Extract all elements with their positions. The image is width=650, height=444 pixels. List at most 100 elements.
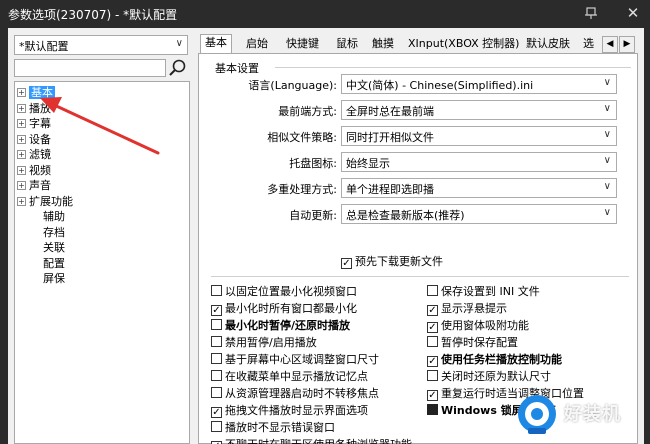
pin-icon[interactable] xyxy=(584,6,598,20)
setting-dropdown-value: 始终显示 xyxy=(346,157,390,170)
tab-1[interactable]: 启始 xyxy=(242,36,272,54)
expand-plus-icon[interactable]: + xyxy=(17,134,26,144)
close-icon: ✕ xyxy=(626,4,640,22)
option-label: 最小化时所有窗口都最小化 xyxy=(225,302,357,315)
expand-plus-icon[interactable]: + xyxy=(17,150,26,159)
tree-item-label: 字幕 xyxy=(29,117,51,130)
tree-item-11[interactable]: 配置 xyxy=(30,256,65,271)
tree-item-label: 屏保 xyxy=(43,272,65,285)
option-checkbox[interactable]: 在收藏菜单中显示播放记忆点 xyxy=(211,369,368,384)
expand-plus-icon[interactable]: + xyxy=(17,196,26,206)
tree-item-2[interactable]: + 字幕 xyxy=(17,116,51,131)
option-label: 最小化时暂停/还原时播放 xyxy=(225,319,351,332)
option-checkbox[interactable]: 暂停时保存配置 xyxy=(427,335,518,350)
option-label: 暂停时保存配置 xyxy=(441,336,518,349)
tab-7[interactable]: 选 xyxy=(579,36,598,54)
option-checkbox[interactable]: ✓不聊天时在聊天区使用各种浏览器功能 xyxy=(211,437,412,444)
setting-dropdown-value: 总是检查最新版本(推荐) xyxy=(346,209,465,222)
expand-plus-icon[interactable]: + xyxy=(17,119,26,128)
tree-item-6[interactable]: + 声音 xyxy=(17,178,51,193)
setting-dropdown-value: 单个进程即选即播 xyxy=(346,183,434,196)
category-tree[interactable]: + 基本 + 播放 + 字幕 + 设备 + 滤镜 + 视频 + 声音 + 扩展功能 辅助 存档 关联 配置 屏保 xyxy=(14,81,190,444)
option-checkbox[interactable]: 禁用暂停/启用播放 xyxy=(211,335,317,350)
check-icon xyxy=(211,285,222,296)
group-divider xyxy=(275,67,631,68)
tree-item-8[interactable]: 辅助 xyxy=(30,209,65,224)
tab-strip: 基本 启始 快捷键 鼠标 触摸 XInput(XBOX 控制器) 默认皮肤选 ◀ ▶ xyxy=(198,34,638,56)
search-icon[interactable] xyxy=(167,57,189,79)
check-icon: ✓ xyxy=(211,407,222,418)
tree-item-7[interactable]: + 扩展功能 xyxy=(17,194,73,209)
check-icon xyxy=(427,370,438,381)
option-label: 显示浮悬提示 xyxy=(441,302,507,315)
setting-dropdown[interactable]: 总是检查最新版本(推荐) ∨ xyxy=(341,204,617,224)
setting-dropdown-value: 同时打开相似文件 xyxy=(346,131,434,144)
tab-4[interactable]: 触摸 xyxy=(368,36,398,54)
option-checkbox[interactable]: ✓ 最小化时所有窗口都最小化 xyxy=(211,301,357,316)
option-label: 禁用暂停/启用播放 xyxy=(225,336,317,349)
predownload-checkbox[interactable]: ✓ 预先下载更新文件 xyxy=(341,254,443,269)
tab-scroll-left-button[interactable]: ◀ xyxy=(602,36,618,53)
close-button[interactable]: ✕ xyxy=(622,3,644,23)
chevron-down-icon: ∨ xyxy=(603,103,611,114)
tree-item-0[interactable]: + 基本 xyxy=(17,85,55,100)
tree-item-4[interactable]: + 滤镜 xyxy=(17,147,51,162)
tab-5[interactable]: XInput(XBOX 控制器) xyxy=(404,36,523,54)
tab-scroll-right-button[interactable]: ▶ xyxy=(619,36,635,53)
section-divider xyxy=(211,276,629,277)
setting-dropdown[interactable]: 同时打开相似文件 ∨ xyxy=(341,126,617,146)
setting-dropdown[interactable]: 中文(简体) - Chinese(Simplified).ini ∨ xyxy=(341,74,617,94)
tree-item-10[interactable]: 关联 xyxy=(30,240,65,255)
expand-plus-icon[interactable]: + xyxy=(17,103,26,113)
tree-item-label: 基本 xyxy=(29,86,55,99)
option-checkbox[interactable]: ✓ 使用窗体吸附功能 xyxy=(427,318,529,333)
option-checkbox[interactable]: 以固定位置最小化视频窗口 xyxy=(211,284,357,299)
check-icon xyxy=(211,319,222,330)
tree-item-5[interactable]: + 视频 xyxy=(17,163,51,178)
expand-plus-icon[interactable]: + xyxy=(17,181,26,190)
option-label: 使用任务栏播放控制功能 xyxy=(441,353,562,366)
option-checkbox[interactable]: ✓ 显示浮悬提示 xyxy=(427,301,507,316)
tab-3[interactable]: 鼠标 xyxy=(332,36,362,54)
option-label: 基于屏幕中心区域调整窗口尺寸 xyxy=(225,353,379,366)
tab-6[interactable]: 默认皮肤 xyxy=(522,36,574,54)
tree-item-1[interactable]: + 播放 xyxy=(17,101,51,116)
tree-item-label: 存档 xyxy=(43,225,65,239)
search-input[interactable] xyxy=(14,59,166,77)
tree-item-9[interactable]: 存档 xyxy=(30,225,65,240)
option-label: 拖拽文件播放时显示界面选项 xyxy=(225,404,368,417)
tree-item-label: 声音 xyxy=(29,179,51,192)
setting-label: 语言(Language): xyxy=(248,79,337,92)
option-checkbox[interactable]: 保存设置到 INI 文件 xyxy=(427,284,540,299)
check-icon: ✓ xyxy=(427,356,438,367)
chevron-down-icon: ∨ xyxy=(603,129,611,140)
chevron-down-icon: ∨ xyxy=(175,38,183,49)
dialog-body: *默认配置 ∨ + 基本 + 播放 + 字幕 + 设备 + 滤镜 + 视频 + 声音 + 扩展功能 辅助 存档 关联… xyxy=(8,28,644,444)
setting-dropdown[interactable]: 全屏时总在最前端 ∨ xyxy=(341,100,617,120)
tree-item-label: 视频 xyxy=(29,163,51,177)
tree-item-label: 扩展功能 xyxy=(29,194,73,208)
option-checkbox[interactable]: ✓ 使用任务栏播放控制功能 xyxy=(427,352,562,367)
expand-plus-icon[interactable]: + xyxy=(17,165,26,175)
option-label: 播放时不显示错误窗口 xyxy=(225,421,335,434)
tree-item-12[interactable]: 屏保 xyxy=(30,271,65,286)
setting-label: 多重处理方式: xyxy=(267,183,337,196)
option-checkbox[interactable]: 播放时不显示错误窗口 xyxy=(211,420,335,435)
watermark-logo-icon xyxy=(518,395,556,434)
check-icon xyxy=(427,336,438,347)
option-checkbox[interactable]: 最小化时暂停/还原时播放 xyxy=(211,318,350,333)
setting-dropdown[interactable]: 单个进程即选即播 ∨ xyxy=(341,178,617,198)
group-title: 基本设置 xyxy=(215,62,259,75)
tree-item-3[interactable]: + 设备 xyxy=(17,132,51,147)
setting-dropdown[interactable]: 始终显示 ∨ xyxy=(341,152,617,172)
expand-plus-icon[interactable]: + xyxy=(17,88,26,97)
option-checkbox[interactable]: 基于屏幕中心区域调整窗口尺寸 xyxy=(211,352,379,367)
profile-select[interactable]: *默认配置 ∨ xyxy=(14,35,188,55)
tab-2[interactable]: 快捷键 xyxy=(282,36,323,54)
tree-item-label: 关联 xyxy=(43,241,65,254)
predownload-label: 预先下载更新文件 xyxy=(355,255,443,268)
option-checkbox[interactable]: 从资源管理器启动时不转移焦点 xyxy=(211,386,379,401)
option-checkbox[interactable]: ✓ 拖拽文件播放时显示界面选项 xyxy=(211,403,368,418)
watermark: 好装机 xyxy=(512,392,650,436)
option-checkbox[interactable]: 关闭时还原为默认尺寸 xyxy=(427,369,551,384)
